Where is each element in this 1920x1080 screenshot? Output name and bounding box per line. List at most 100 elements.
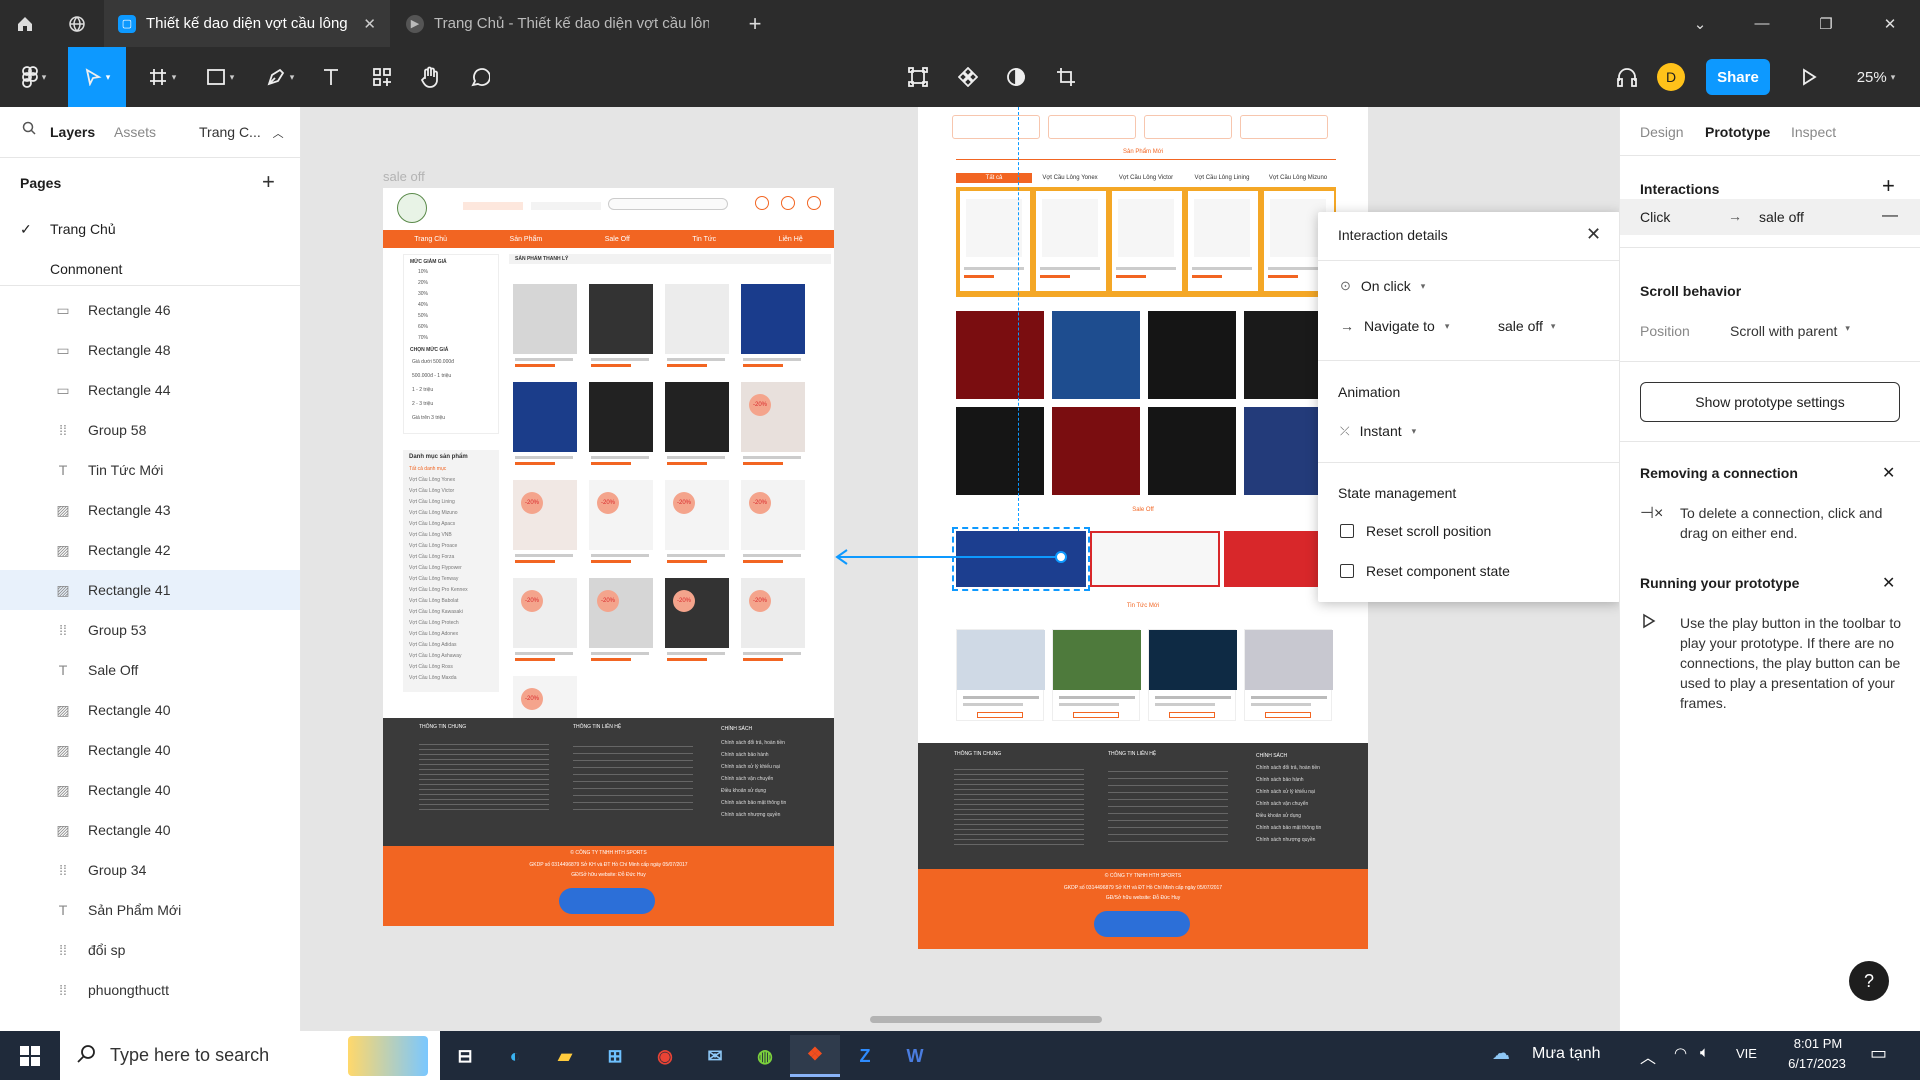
task-view-icon[interactable]: ⊟ bbox=[440, 1035, 490, 1077]
action-dropdown[interactable]: → Navigate to ▾ bbox=[1340, 318, 1449, 334]
page-dropdown[interactable]: Trang C... ︿ bbox=[199, 124, 284, 141]
home-icon[interactable] bbox=[0, 0, 50, 47]
pen-tool-button[interactable]: ▾ bbox=[256, 47, 304, 107]
layer-item[interactable]: ⁞⁞ Group 58 bbox=[0, 410, 300, 450]
tab-design[interactable]: Design bbox=[1640, 124, 1684, 140]
layer-item[interactable]: ▭ Rectangle 46 bbox=[0, 290, 300, 330]
app-icon[interactable]: ◍ bbox=[740, 1035, 790, 1077]
layer-item[interactable]: ▨ Rectangle 40 bbox=[0, 770, 300, 810]
animation-dropdown[interactable]: ⤫ Instant ▾ bbox=[1340, 423, 1416, 439]
category-item: Vợt Cầu Lông Adidas bbox=[409, 642, 457, 648]
frame-label[interactable]: sale off bbox=[383, 169, 425, 184]
word-icon[interactable]: W bbox=[890, 1035, 940, 1077]
search-icon[interactable] bbox=[22, 121, 36, 138]
remove-interaction-icon[interactable]: — bbox=[1882, 207, 1898, 225]
layer-item[interactable]: ▨ Rectangle 43 bbox=[0, 490, 300, 530]
layer-item[interactable]: ▨ Rectangle 40 bbox=[0, 730, 300, 770]
add-page-icon[interactable]: + bbox=[262, 169, 275, 195]
horizontal-scrollbar[interactable] bbox=[870, 1016, 1102, 1023]
layer-item[interactable]: ▭ Rectangle 44 bbox=[0, 370, 300, 410]
minimize-icon[interactable]: — bbox=[1732, 0, 1792, 47]
volume-icon[interactable]: 🔈︎ bbox=[1700, 1044, 1709, 1061]
layer-item[interactable]: ⁞⁞ Group 53 bbox=[0, 610, 300, 650]
checkbox[interactable] bbox=[1340, 564, 1354, 578]
notification-icon[interactable]: ▭ bbox=[1870, 1043, 1887, 1064]
mask-icon[interactable] bbox=[998, 47, 1034, 107]
clock-date[interactable]: 6/17/2023 bbox=[1772, 1056, 1862, 1071]
show-prototype-settings-button[interactable]: Show prototype settings bbox=[1640, 382, 1900, 422]
component-icon[interactable] bbox=[950, 47, 986, 107]
layer-item[interactable]: ▨ Rectangle 40 bbox=[0, 690, 300, 730]
close-window-icon[interactable]: ✕ bbox=[1860, 0, 1920, 47]
frame-tool-button[interactable]: ▾ bbox=[138, 47, 186, 107]
layer-item[interactable]: ⁞⁞ đổi sp bbox=[0, 930, 300, 970]
resources-button[interactable] bbox=[364, 47, 400, 107]
new-tab-plus-icon[interactable]: + bbox=[730, 0, 780, 47]
headphones-icon[interactable] bbox=[1610, 47, 1644, 107]
frame-selection-icon[interactable] bbox=[900, 47, 936, 107]
frame-sale-off[interactable]: Trang Chủ Sản Phẩm Sale Off Tin Tức Liên… bbox=[383, 188, 834, 926]
avatar[interactable]: D bbox=[1656, 47, 1686, 107]
page-item-conmonent[interactable]: Conmonent bbox=[50, 255, 122, 283]
close-icon[interactable]: ✕ bbox=[1586, 224, 1601, 245]
figma-icon[interactable]: ❖ bbox=[790, 1035, 840, 1077]
layer-item[interactable]: ▨ Rectangle 42 bbox=[0, 530, 300, 570]
restore-icon[interactable]: ❐ bbox=[1796, 0, 1856, 47]
layer-item[interactable]: ⁞⁞ phuongthuctt bbox=[0, 970, 300, 1010]
layer-item[interactable]: ▨ Rectangle 41 bbox=[0, 570, 300, 610]
edge-icon[interactable]: ◐ bbox=[490, 1035, 540, 1077]
store-icon[interactable]: ⊞ bbox=[590, 1035, 640, 1077]
chevron-down-icon[interactable]: ⌄ bbox=[1670, 0, 1730, 47]
position-dropdown[interactable]: Scroll with parent ▾ bbox=[1730, 323, 1850, 339]
interaction-row[interactable]: Click → sale off — bbox=[1620, 199, 1920, 235]
zalo-icon[interactable]: Z bbox=[840, 1035, 890, 1077]
frame-home[interactable]: Sản Phẩm Mới Tất cả Vợt Cầu Lông Yonex Vợt… bbox=[918, 107, 1368, 949]
community-globe-icon[interactable] bbox=[52, 0, 102, 47]
tab-design-file[interactable]: ▢ Thiết kế dao diện vợt cầu lông ✕ bbox=[104, 0, 390, 47]
layer-item[interactable]: ⁞⁞ Group 34 bbox=[0, 850, 300, 890]
close-icon[interactable]: ✕ bbox=[1882, 573, 1895, 593]
hand-tool-button[interactable] bbox=[412, 47, 448, 107]
chevron-up-icon[interactable]: ︿ bbox=[1640, 1044, 1656, 1068]
help-button[interactable]: ? bbox=[1849, 961, 1889, 1001]
layer-item[interactable]: T Sản Phẩm Mới bbox=[0, 890, 300, 930]
taskbar-search[interactable]: Type here to search bbox=[60, 1031, 440, 1080]
main-menu-button[interactable]: ▾ bbox=[10, 47, 58, 107]
layer-item[interactable]: T Tin Tức Mới bbox=[0, 450, 300, 490]
comment-tool-button[interactable] bbox=[462, 47, 498, 107]
clock-time[interactable]: 8:01 PM bbox=[1778, 1036, 1858, 1051]
reset-scroll-checkbox[interactable]: Reset scroll position bbox=[1340, 523, 1491, 539]
crop-icon[interactable] bbox=[1048, 47, 1084, 107]
layer-item[interactable]: ▨ Rectangle 40 bbox=[0, 810, 300, 850]
windows-start-icon[interactable] bbox=[6, 1035, 54, 1077]
tab-inspect[interactable]: Inspect bbox=[1791, 124, 1836, 140]
destination-dropdown[interactable]: sale off ▾ bbox=[1498, 318, 1555, 334]
wifi-icon[interactable]: ◠ bbox=[1674, 1044, 1687, 1062]
layer-item[interactable]: T Sale Off bbox=[0, 650, 300, 690]
language-indicator[interactable]: VIE bbox=[1736, 1046, 1757, 1061]
weather-text[interactable]: Mưa tạnh bbox=[1532, 1045, 1601, 1063]
close-tab-icon[interactable]: ✕ bbox=[363, 15, 376, 33]
file-explorer-icon[interactable]: ▰ bbox=[540, 1035, 590, 1077]
close-icon[interactable]: ✕ bbox=[1882, 463, 1895, 483]
layer-item[interactable]: ▭ Rectangle 48 bbox=[0, 330, 300, 370]
tab-prototype[interactable]: Prototype bbox=[1705, 124, 1770, 140]
checkbox[interactable] bbox=[1340, 524, 1354, 538]
text-tool-button[interactable] bbox=[314, 47, 348, 107]
trigger-dropdown[interactable]: ⊙ On click ▾ bbox=[1340, 278, 1425, 294]
play-icon[interactable] bbox=[1794, 47, 1824, 107]
move-tool-button[interactable]: ▾ bbox=[68, 47, 126, 107]
share-button[interactable]: Share bbox=[1706, 59, 1770, 95]
chrome-icon[interactable]: ◉ bbox=[640, 1035, 690, 1077]
add-interaction-icon[interactable]: + bbox=[1882, 173, 1895, 199]
zoom-dropdown[interactable]: 25% ▾ bbox=[1846, 47, 1906, 107]
shape-tool-button[interactable]: ▾ bbox=[196, 47, 244, 107]
reset-component-checkbox[interactable]: Reset component state bbox=[1340, 563, 1510, 579]
tab-assets[interactable]: Assets bbox=[114, 124, 156, 140]
page-item-trang-chu[interactable]: ✓ Trang Chủ bbox=[20, 215, 300, 243]
tab-prototype[interactable]: ▶ Trang Chủ - Thiết kế dao diện vợt cầu … bbox=[392, 0, 722, 47]
weather-icon[interactable]: ☁ bbox=[1492, 1043, 1510, 1064]
tab-layers[interactable]: Layers bbox=[50, 124, 95, 140]
prototype-connection-arrow[interactable] bbox=[831, 547, 1071, 567]
mail-icon[interactable]: ✉ bbox=[690, 1035, 740, 1077]
